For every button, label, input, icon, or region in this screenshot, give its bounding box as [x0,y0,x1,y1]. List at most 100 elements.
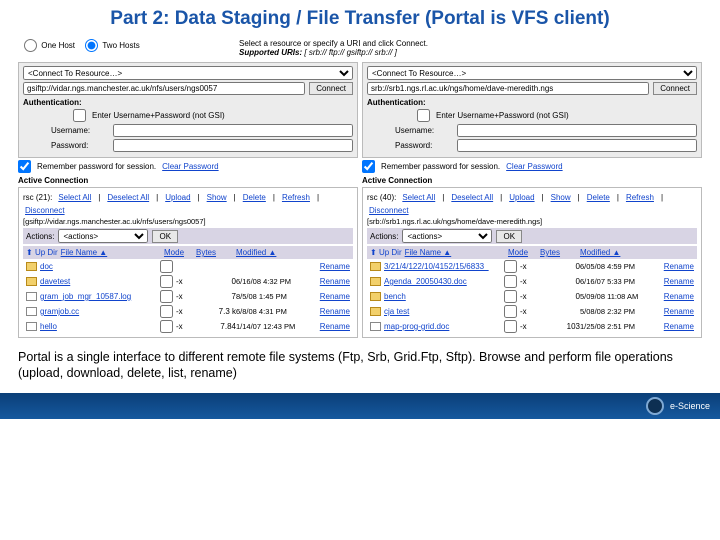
actions-label-r: Actions: [370,232,398,241]
file-name[interactable]: gram_job_mgr_10587.log [40,292,158,301]
col-bytes-right[interactable]: Bytes [540,248,580,257]
select-all-right[interactable]: Select All [402,193,435,202]
upload-left[interactable]: Upload [165,193,190,202]
deselect-all-left[interactable]: Deselect All [107,193,149,202]
file-name[interactable]: gramjob.cc [40,307,158,316]
show-left[interactable]: Show [207,193,227,202]
file-name[interactable]: davetest [40,277,158,286]
rsc-count-left: rsc (21): [23,193,52,202]
file-row: davetest-x06/16/08 4:32 PMRename [23,274,353,289]
file-name[interactable]: Agenda_20050430.doc [384,277,502,286]
rename-link[interactable]: Rename [654,322,694,331]
file-icon [26,307,37,316]
up-dir-left[interactable]: ⬆ Up Dir [26,248,58,257]
col-bytes-left[interactable]: Bytes [196,248,236,257]
actions-select-right[interactable]: <actions> [402,229,492,243]
active-connection-heading-left: Active Connection [18,176,358,185]
file-name[interactable]: cja test [384,307,502,316]
file-check[interactable] [160,305,173,318]
folder-icon [370,277,381,286]
username-input-right[interactable] [457,124,697,137]
logo-icon [646,397,664,415]
file-check[interactable] [160,320,173,333]
folder-icon [26,277,37,286]
clear-password-left[interactable]: Clear Password [162,162,218,171]
file-row: cja test-x5/08/08 2:32 PMRename [367,304,697,319]
two-hosts-option[interactable]: Two Hosts [85,41,139,50]
file-name[interactable]: bench [384,292,502,301]
file-name[interactable]: 3/21/4/122/10/4152/15/6833_ [384,262,502,271]
show-right[interactable]: Show [551,193,571,202]
auth-userpass-label: Enter Username+Password (not GSI) [92,111,225,120]
remember-check-right[interactable] [362,160,375,173]
password-input-left[interactable] [113,139,353,152]
file-check[interactable] [160,290,173,303]
resource-select-left[interactable]: <Connect To Resource…> [23,66,353,80]
rename-link[interactable]: Rename [310,262,350,271]
file-bytes: 7 [206,292,236,301]
clear-password-right[interactable]: Clear Password [506,162,562,171]
disconnect-right[interactable]: Disconnect [369,206,409,215]
file-check[interactable] [504,275,517,288]
col-mode-left[interactable]: Mode [164,248,196,257]
rename-link[interactable]: Rename [310,307,350,316]
file-mode: -x [176,277,206,286]
password-input-right[interactable] [457,139,697,152]
refresh-left[interactable]: Refresh [282,193,310,202]
file-check[interactable] [504,290,517,303]
rename-link[interactable]: Rename [654,292,694,301]
disconnect-left[interactable]: Disconnect [25,206,65,215]
one-host-option[interactable]: One Host [24,41,75,50]
username-input-left[interactable] [113,124,353,137]
rename-link[interactable]: Rename [654,262,694,271]
col-mod-right[interactable]: Modified ▲ [580,248,654,257]
page-title: Part 2: Data Staging / File Transfer (Po… [18,8,702,30]
file-row: hello-x7.841/14/07 12:43 PMRename [23,319,353,334]
refresh-right[interactable]: Refresh [626,193,654,202]
select-all-left[interactable]: Select All [58,193,91,202]
rename-link[interactable]: Rename [654,307,694,316]
file-check[interactable] [504,305,517,318]
left-panel: <Connect To Resource…> Connect Authentic… [18,60,358,340]
file-check[interactable] [160,260,173,273]
file-modified: 1/14/07 12:43 PM [236,322,310,331]
auth-heading-right: Authentication: [367,98,697,107]
file-check[interactable] [504,260,517,273]
delete-right[interactable]: Delete [587,193,610,202]
file-name[interactable]: hello [40,322,158,331]
upload-right[interactable]: Upload [509,193,534,202]
one-host-label: One Host [41,41,75,50]
connect-button-right[interactable]: Connect [653,82,697,95]
file-check[interactable] [504,320,517,333]
file-mode: -x [176,322,206,331]
file-check[interactable] [160,275,173,288]
actions-ok-right[interactable]: OK [496,230,522,243]
col-name-right[interactable]: File Name ▲ [405,248,508,257]
file-modified: 1/25/08 2:51 PM [580,322,654,331]
auth-userpass-check-right[interactable] [417,109,430,122]
col-mode-right[interactable]: Mode [508,248,540,257]
folder-icon [370,292,381,301]
file-name[interactable]: map-prog-grid.doc [384,322,502,331]
up-dir-right[interactable]: ⬆ Up Dir [370,248,402,257]
actions-ok-left[interactable]: OK [152,230,178,243]
delete-left[interactable]: Delete [243,193,266,202]
footer-bar: e-Science [0,393,720,419]
rename-link[interactable]: Rename [654,277,694,286]
rename-link[interactable]: Rename [310,292,350,301]
remember-check-left[interactable] [18,160,31,173]
col-mod-left[interactable]: Modified ▲ [236,248,310,257]
uri-input-left[interactable] [23,82,305,95]
rename-link[interactable]: Rename [310,322,350,331]
uri-input-right[interactable] [367,82,649,95]
resource-select-right[interactable]: <Connect To Resource…> [367,66,697,80]
connect-button-left[interactable]: Connect [309,82,353,95]
deselect-all-right[interactable]: Deselect All [451,193,493,202]
rename-link[interactable]: Rename [310,277,350,286]
actions-select-left[interactable]: <actions> [58,229,148,243]
auth-userpass-check-left[interactable] [73,109,86,122]
file-name[interactable]: doc [40,262,158,271]
col-name-left[interactable]: File Name ▲ [61,248,164,257]
file-mode: -x [520,292,550,301]
current-path-right: [srb://srb1.ngs.rl.ac.uk/ngs/home/dave-m… [367,217,697,226]
